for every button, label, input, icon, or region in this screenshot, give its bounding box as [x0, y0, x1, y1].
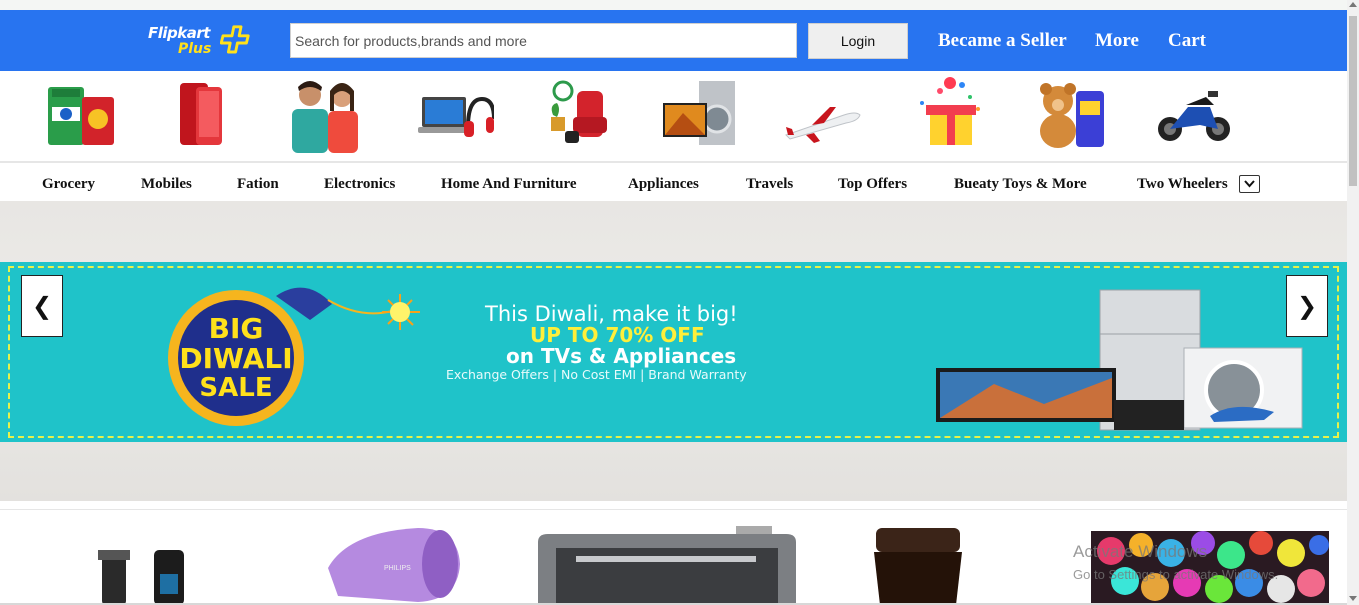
- plus-star-icon: [220, 25, 250, 54]
- become-seller-link[interactable]: Became a Seller: [938, 30, 1067, 52]
- menu-item-mobiles[interactable]: Mobiles: [141, 176, 192, 193]
- motorcycle-icon[interactable]: [1156, 77, 1234, 153]
- logo-plus: Plus: [178, 41, 212, 57]
- menu-item-electronics[interactable]: Electronics: [324, 176, 395, 193]
- scroll-up-icon[interactable]: [1349, 2, 1357, 7]
- furniture-icon[interactable]: [543, 77, 621, 153]
- coffee-jar-icon[interactable]: [870, 526, 966, 605]
- svg-text:PHILIPS: PHILIPS: [384, 565, 411, 572]
- banner-features: Exchange Offers | No Cost EMI | Brand Wa…: [446, 367, 747, 382]
- chevron-down-icon: [1244, 180, 1255, 188]
- badge-line2: DIWALI: [179, 342, 292, 375]
- header: Flipkart Plus Login Became a Seller More…: [0, 10, 1347, 71]
- logo-word: Flipkart: [148, 24, 210, 42]
- menu-item-travels[interactable]: Travels: [746, 176, 793, 193]
- banner-subline: on TVs & Appliances: [506, 344, 737, 368]
- menu-item-top-offers[interactable]: Top Offers: [838, 176, 907, 193]
- printer-icon[interactable]: [536, 526, 798, 605]
- flipkart-logo[interactable]: Flipkart Plus: [148, 24, 258, 60]
- badge-line1: BIG: [209, 312, 264, 345]
- trimmer-icon[interactable]: [96, 548, 192, 605]
- appliances-image: [936, 289, 1303, 431]
- mobile-phone-icon[interactable]: [162, 77, 240, 153]
- scroll-thumb[interactable]: [1349, 16, 1357, 186]
- category-icons-row: [0, 71, 1347, 161]
- menu-item-two-wheelers[interactable]: Two Wheelers: [1137, 176, 1228, 193]
- badge-line3: SALE: [199, 373, 272, 403]
- big-diwali-sale-badge: BIG DIWALI SALE: [168, 287, 420, 426]
- carousel-next-button[interactable]: ❯: [1286, 275, 1328, 337]
- two-wheelers-dropdown[interactable]: [1239, 175, 1260, 193]
- menu-item-beauty-toys[interactable]: Bueaty Toys & More: [954, 176, 1087, 193]
- airplane-icon[interactable]: [784, 77, 862, 153]
- grocery-icon[interactable]: [42, 77, 120, 153]
- fashion-people-icon[interactable]: [288, 77, 366, 153]
- carousel-prev-button[interactable]: ❮: [21, 275, 63, 337]
- laptop-headphones-icon[interactable]: [416, 77, 494, 153]
- hair-dryer-icon[interactable]: PHILIPS: [318, 524, 464, 605]
- search-input[interactable]: [290, 23, 797, 58]
- scroll-down-icon[interactable]: [1349, 596, 1357, 601]
- diwali-sale-banner[interactable]: BIG DIWALI SALE This Diwali, make it big…: [0, 262, 1347, 442]
- top-strip: [0, 0, 1347, 10]
- gift-icon[interactable]: [910, 77, 988, 153]
- hero-carousel: BIG DIWALI SALE This Diwali, make it big…: [0, 201, 1347, 501]
- category-menu: Grocery Mobiles Fation Electronics Home …: [0, 163, 1347, 201]
- menu-item-fashion[interactable]: Fation: [237, 176, 279, 193]
- more-link[interactable]: More: [1095, 30, 1139, 52]
- menu-item-grocery[interactable]: Grocery: [42, 176, 95, 193]
- appliances-icon[interactable]: [661, 77, 739, 153]
- activate-windows-title: Activate Windows: [1073, 542, 1208, 561]
- menu-item-appliances[interactable]: Appliances: [628, 176, 699, 193]
- login-button[interactable]: Login: [808, 23, 908, 59]
- menu-item-home-furniture[interactable]: Home And Furniture: [441, 176, 577, 193]
- activate-windows-subtitle: Go to Settings to activate Windows.: [1073, 567, 1279, 582]
- cart-link[interactable]: Cart: [1168, 30, 1206, 52]
- vertical-scrollbar[interactable]: [1347, 0, 1359, 605]
- teddy-bear-toys-icon[interactable]: [1032, 77, 1110, 153]
